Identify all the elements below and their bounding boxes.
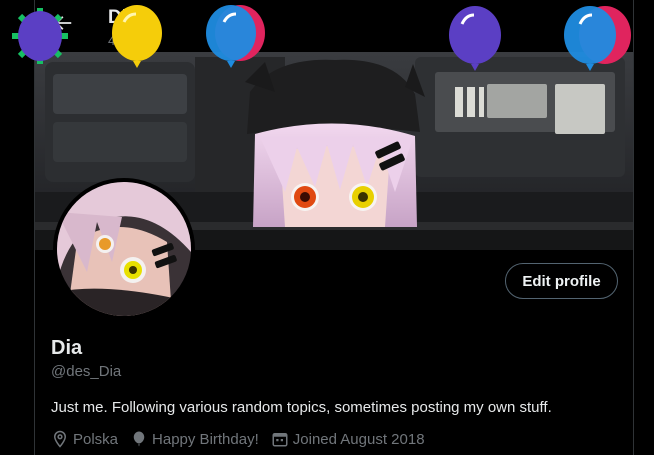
avatar[interactable]	[53, 178, 195, 320]
birthday-item: Happy Birthday!	[130, 430, 259, 448]
location-pin-icon	[53, 430, 67, 448]
avatar-image	[57, 182, 191, 316]
calendar-icon	[272, 433, 288, 447]
header-title: Dia	[108, 7, 138, 28]
profile-column: Dia 4,1 posts Edit profile Dia @des_Dia …	[34, 0, 634, 455]
profile-header: Dia 4,1 posts	[35, 0, 633, 52]
joined-item: Joined August 2018	[271, 430, 425, 448]
profile-name: Dia	[51, 337, 83, 359]
profile-bio: Just me. Following various random topics…	[51, 399, 552, 416]
arrow-left-icon	[55, 16, 72, 30]
profile-handle: @des_Dia	[51, 363, 122, 380]
location-item: Polska	[51, 430, 118, 448]
birthday-text: Happy Birthday!	[152, 430, 259, 448]
post-count: 4,1 posts	[108, 33, 161, 48]
joined-text: Joined August 2018	[292, 430, 425, 448]
back-button[interactable]	[51, 12, 75, 36]
location-text: Polska	[73, 430, 119, 448]
profile-meta: Polska Happy Birthday! Joined August 201…	[51, 429, 437, 449]
edit-profile-button[interactable]: Edit profile	[505, 263, 618, 299]
balloon-icon	[133, 431, 145, 447]
